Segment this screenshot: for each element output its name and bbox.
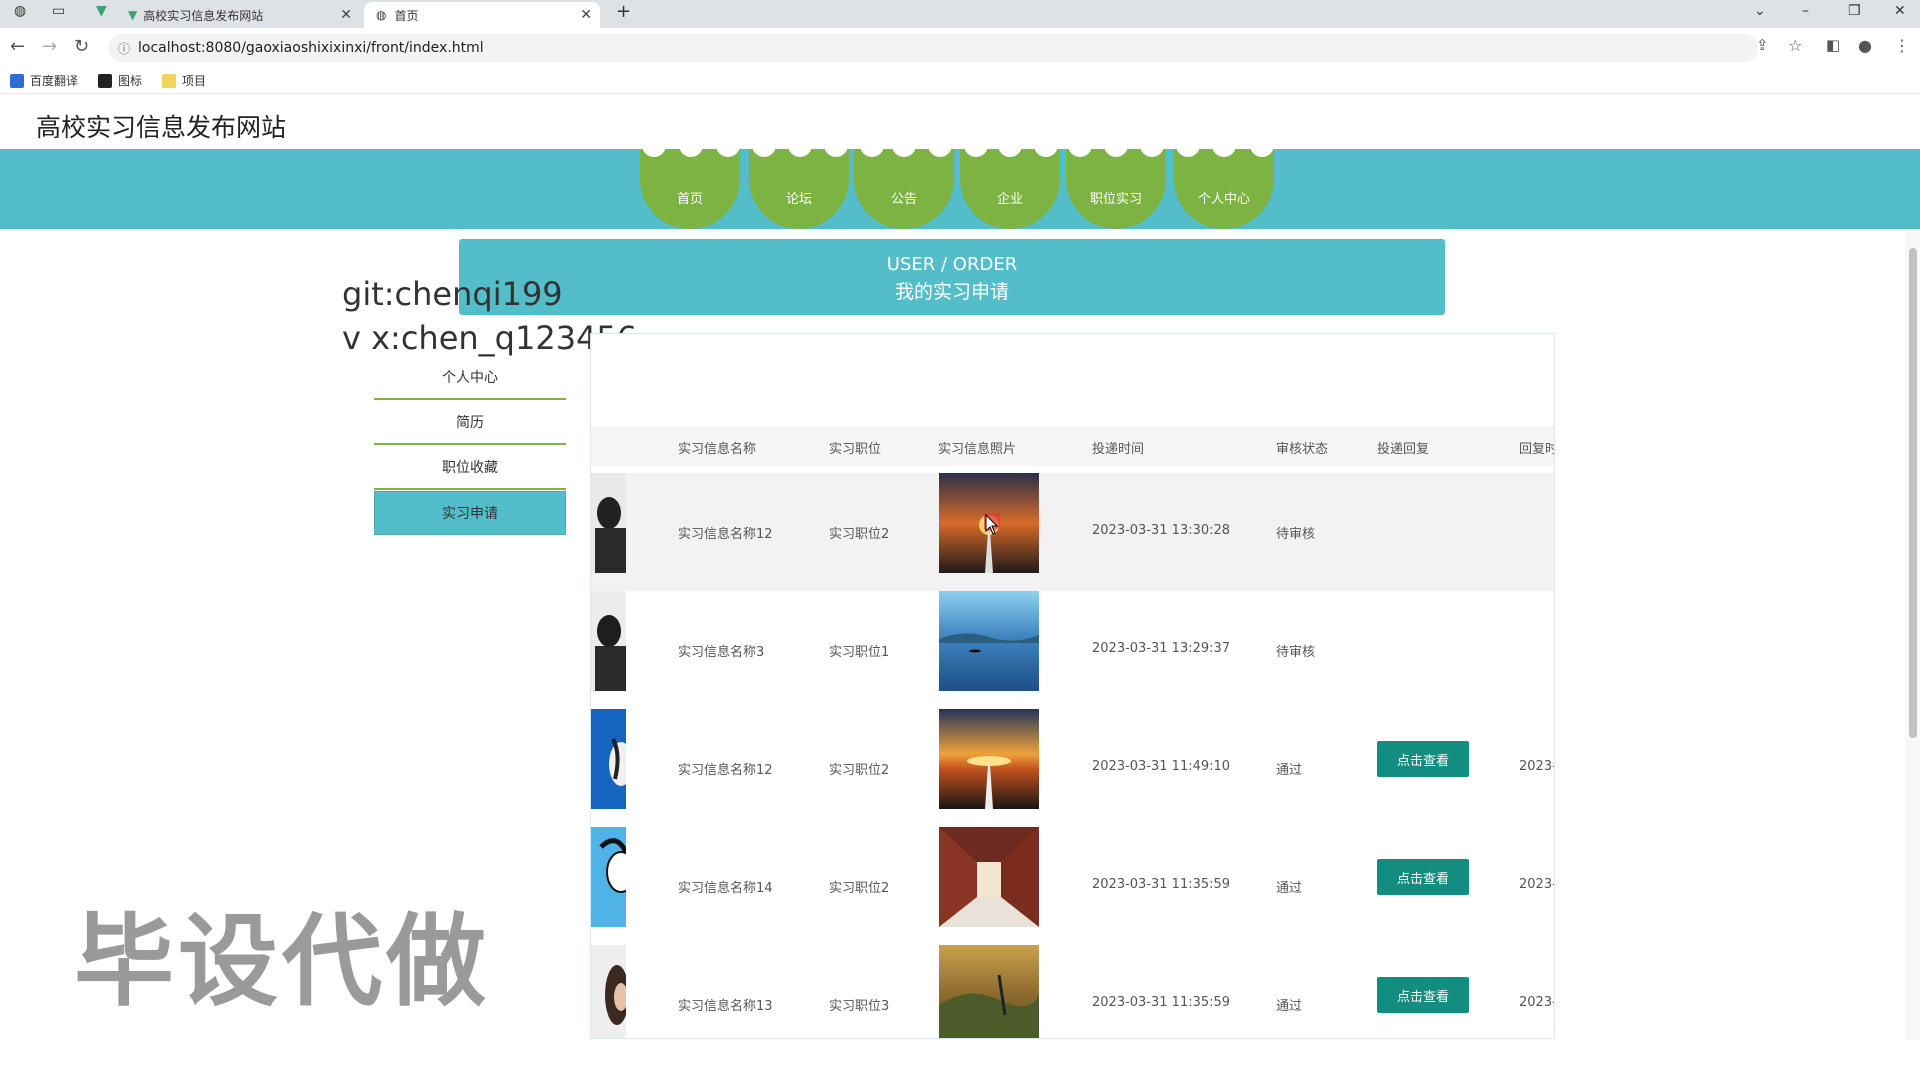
address-bar-row: ← → ↻ ⓘ localhost:8080/gaoxiaoshixixinxi… xyxy=(0,28,1920,66)
mouse-cursor-icon xyxy=(984,513,1000,535)
cell-name: 实习信息名称13 xyxy=(678,999,773,1014)
column-header: 回复时 xyxy=(1519,442,1555,457)
translate-icon xyxy=(10,73,24,88)
column-header: 投递时间 xyxy=(1092,442,1145,457)
back-icon[interactable]: ← xyxy=(10,36,25,57)
cell-status: 待审核 xyxy=(1276,645,1316,660)
cell-time: 2023-03-31 11:35:59 xyxy=(1092,877,1231,892)
cell-status: 通过 xyxy=(1276,763,1303,778)
close-icon[interactable]: ✕ xyxy=(340,7,352,23)
table-row[interactable]: 实习信息名称12 实习职位2 2023-03-31 13:30:28 待审核 xyxy=(591,473,1554,591)
bookmark-label: 图标 xyxy=(118,74,143,88)
cell-position: 实习职位2 xyxy=(829,881,890,896)
internship-photo xyxy=(939,591,1039,691)
reload-icon[interactable]: ↻ xyxy=(74,36,89,57)
sidepanel-icon[interactable]: ◧ xyxy=(1826,36,1840,54)
internship-photo xyxy=(939,709,1039,809)
user-sidebar: 个人中心 简历 职位收藏 实习申请 xyxy=(374,356,566,536)
cell-position: 实习职位1 xyxy=(829,645,890,660)
bookmark-item[interactable]: 图标 xyxy=(98,72,142,89)
applicant-avatar xyxy=(591,473,626,573)
cell-time: 2023-03-31 13:30:28 xyxy=(1092,523,1231,538)
bookmarks-bar: 百度翻译 图标 项目 xyxy=(0,66,1920,94)
bookmark-item[interactable]: 项目 xyxy=(162,72,206,89)
forward-icon[interactable]: → xyxy=(42,36,57,57)
cell-status: 通过 xyxy=(1276,881,1303,896)
menu-icon[interactable]: ⋮ xyxy=(1894,36,1910,55)
table-row[interactable]: 实习信息名称3 实习职位1 2023-03-31 13:29:37 待审核 xyxy=(591,591,1554,709)
internship-photo xyxy=(939,945,1039,1038)
restore-icon[interactable]: ❐ xyxy=(1848,3,1861,19)
chevron-down-icon[interactable]: ⌄ xyxy=(1754,3,1766,19)
star-icon[interactable]: ☆ xyxy=(1788,36,1802,55)
cell-name: 实习信息名称12 xyxy=(678,763,773,778)
blank-tab-icon[interactable]: ▭ xyxy=(52,3,65,19)
bookmark-item[interactable]: 百度翻译 xyxy=(10,72,78,89)
cell-status: 通过 xyxy=(1276,999,1303,1014)
cell-reply-time: 2023- xyxy=(1519,759,1555,774)
tab-title: 高校实习信息发布网站 xyxy=(143,8,264,23)
cell-position: 实习职位2 xyxy=(829,527,890,542)
cell-status: 待审核 xyxy=(1276,527,1316,542)
column-header: 实习信息名称 xyxy=(678,442,757,457)
vue-icon[interactable]: ▼ xyxy=(96,3,107,19)
cell-reply-time: 2023- xyxy=(1519,995,1555,1010)
cell-position: 实习职位2 xyxy=(829,763,890,778)
browser-tab[interactable]: ▼ 高校实习信息发布网站 ✕ xyxy=(128,2,360,28)
image-icon xyxy=(98,73,112,88)
cell-name: 实习信息名称12 xyxy=(678,527,773,542)
url-field[interactable]: ⓘ localhost:8080/gaoxiaoshixixinxi/front… xyxy=(108,34,1758,62)
share-icon[interactable]: ⇪ xyxy=(1756,36,1769,54)
column-header: 审核状态 xyxy=(1276,442,1329,457)
view-reply-button[interactable]: 点击查看 xyxy=(1377,977,1469,1013)
folder-icon xyxy=(162,73,176,88)
column-header: 实习职位 xyxy=(829,442,882,457)
globe-icon[interactable]: ◍ xyxy=(14,3,26,19)
cell-time: 2023-03-31 11:49:10 xyxy=(1092,759,1231,774)
sidebar-item-resume[interactable]: 简历 xyxy=(374,401,566,445)
close-window-icon[interactable]: ✕ xyxy=(1894,3,1906,19)
applicant-avatar xyxy=(591,827,626,927)
column-header: 投递回复 xyxy=(1377,442,1430,457)
applicant-avatar xyxy=(591,591,626,691)
applicant-avatar xyxy=(591,709,626,809)
table-header: 实习信息名称 实习职位 实习信息照片 投递时间 审核状态 投递回复 回复时 xyxy=(591,426,1555,466)
cell-position: 实习职位3 xyxy=(829,999,890,1014)
applicant-avatar xyxy=(591,945,626,1038)
column-header: 实习信息照片 xyxy=(938,442,1017,457)
tab-title: 首页 xyxy=(394,8,419,23)
info-icon[interactable]: ⓘ xyxy=(118,40,130,57)
scrollbar-thumb[interactable] xyxy=(1909,248,1917,738)
vue-icon: ▼ xyxy=(128,8,138,22)
cell-time: 2023-03-31 11:35:59 xyxy=(1092,995,1231,1010)
table-row[interactable]: 实习信息名称13 实习职位3 2023-03-31 11:35:59 通过 点击… xyxy=(591,945,1555,1038)
page-scrollbar[interactable] xyxy=(1905,232,1920,1040)
cell-time: 2023-03-31 13:29:37 xyxy=(1092,641,1231,656)
browser-tab-bar: ◍ ▭ ▼ ▼ 高校实习信息发布网站 ✕ ◍ 首页 ✕ + ⌄ – ❐ ✕ xyxy=(0,0,1920,28)
internship-photo xyxy=(939,827,1039,927)
view-reply-button[interactable]: 点击查看 xyxy=(1377,859,1469,895)
sidebar-item-favorites[interactable]: 职位收藏 xyxy=(374,446,566,490)
applications-panel: 实习信息名称 实习职位 实习信息照片 投递时间 审核状态 投递回复 回复时 实习… xyxy=(590,333,1555,1039)
url-text: localhost:8080/gaoxiaoshixixinxi/front/i… xyxy=(138,40,484,56)
bookmark-label: 项目 xyxy=(182,74,207,88)
sidebar-item-user-center[interactable]: 个人中心 xyxy=(374,356,566,400)
watermark-text: 毕设代做 xyxy=(74,903,490,1020)
site-title: 高校实习信息发布网站 xyxy=(36,113,287,142)
profile-icon[interactable]: ● xyxy=(1858,36,1872,55)
view-reply-button[interactable]: 点击查看 xyxy=(1377,741,1469,777)
table-row[interactable]: 实习信息名称14 实习职位2 2023-03-31 11:35:59 通过 点击… xyxy=(591,827,1555,945)
new-tab-icon[interactable]: + xyxy=(616,1,631,22)
globe-icon: ◍ xyxy=(376,8,387,22)
sidebar-item-applications[interactable]: 实习申请 xyxy=(374,491,566,535)
browser-tab-active[interactable]: ◍ 首页 ✕ xyxy=(364,2,600,28)
close-icon[interactable]: ✕ xyxy=(580,7,592,23)
table-row[interactable]: 实习信息名称12 实习职位2 2023-03-31 11:49:10 通过 点击… xyxy=(591,709,1555,827)
cell-name: 实习信息名称3 xyxy=(678,645,765,660)
git-text: git:chenqi199 xyxy=(342,275,563,313)
cell-reply-time: 2023- xyxy=(1519,877,1555,892)
cell-name: 实习信息名称14 xyxy=(678,881,773,896)
bookmark-label: 百度翻译 xyxy=(30,74,79,88)
minimize-icon[interactable]: – xyxy=(1802,3,1809,19)
